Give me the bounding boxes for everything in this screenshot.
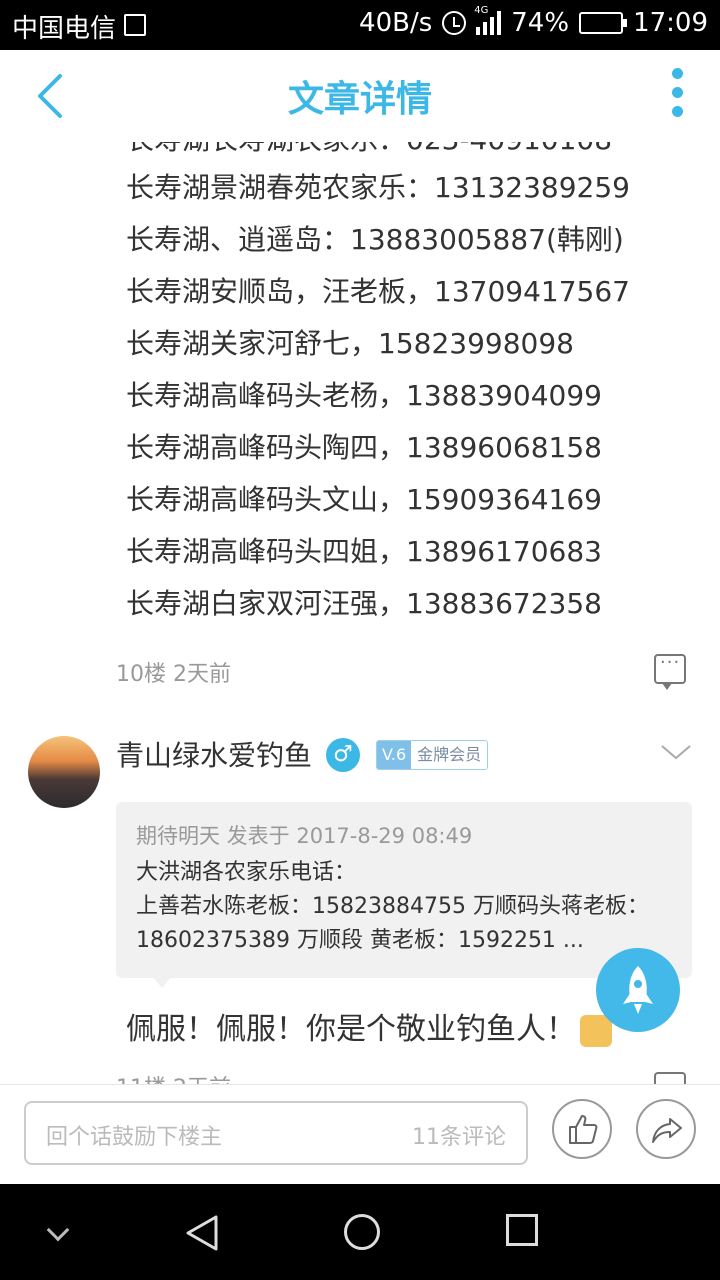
- network-type: 4G: [474, 5, 489, 16]
- reply-input[interactable]: 回个话鼓励下楼主 11条评论: [24, 1101, 528, 1165]
- quote-tail: [152, 976, 172, 988]
- image-notification-icon: [124, 14, 146, 36]
- rocket-scroll-top-button[interactable]: [596, 948, 680, 1032]
- like-button[interactable]: [552, 1099, 612, 1159]
- nav-home-icon[interactable]: [344, 1214, 380, 1250]
- next-floor-meta: 11楼 2天前: [116, 1070, 231, 1084]
- article-line: 长寿湖安顺岛，汪老板，13709417567: [126, 275, 630, 308]
- reply-text: 佩服！佩服！你是个敬业钓鱼人！: [126, 1004, 612, 1048]
- article-line: 长寿湖高峰码头文山，15909364169: [126, 483, 602, 516]
- share-icon: [652, 1118, 682, 1143]
- article-line: 长寿湖高峰码头老杨，13883904099: [126, 379, 602, 412]
- share-button[interactable]: [636, 1099, 696, 1159]
- quote-header: 期待明天 发表于 2017-8-29 08:49: [136, 824, 473, 848]
- article-line: 长寿湖高峰码头四姐，13896170683: [126, 535, 602, 568]
- nav-back-icon[interactable]: [184, 1214, 220, 1252]
- vip-label: 金牌会员: [411, 741, 488, 769]
- rocket-icon: [623, 966, 653, 1014]
- article-line-partial: 长寿湖长寿湖农家乐：023-40910108: [126, 142, 612, 158]
- username[interactable]: 青山绿水爱钓鱼: [116, 734, 312, 774]
- alarm-icon: [442, 11, 467, 35]
- quote-text: 大洪湖各农家乐电话： 上善若水陈老板：15823884755 万顺码头蒋老板：1…: [136, 860, 649, 953]
- avatar[interactable]: [28, 736, 100, 808]
- reply-text-body: 佩服！佩服！你是个敬业钓鱼人！: [126, 1012, 576, 1047]
- comment-icon[interactable]: [654, 1072, 686, 1084]
- comment-count[interactable]: 11条评论: [412, 1119, 506, 1151]
- battery-icon: [579, 12, 628, 34]
- net-speed: 40B/s: [359, 8, 433, 38]
- floor-meta: 10楼 2天前: [116, 662, 231, 687]
- app-header: 文章详情: [0, 50, 720, 142]
- signal-icon: 4G: [474, 5, 502, 35]
- carrier-name: 中国电信: [12, 14, 117, 44]
- article-content[interactable]: 长寿湖长寿湖农家乐：023-40910108 长寿湖景湖春苑农家乐：131323…: [0, 142, 720, 1084]
- article-line: 长寿湖关家河舒七，15823998098: [126, 327, 574, 360]
- level-badge: V.6 金牌会员: [376, 740, 489, 770]
- article-line: 长寿湖、逍遥岛：13883005887(韩刚): [126, 223, 624, 256]
- nav-hide-icon[interactable]: [46, 1218, 70, 1242]
- quoted-post[interactable]: 期待明天 发表于 2017-8-29 08:49 大洪湖各农家乐电话： 上善若水…: [116, 802, 692, 978]
- clock: 17:09: [633, 8, 708, 38]
- article-lines: 长寿湖景湖春苑农家乐：13132389259 长寿湖、逍遥岛：138830058…: [126, 168, 630, 636]
- battery-percent: 74%: [511, 8, 570, 38]
- nav-recent-apps-icon[interactable]: [506, 1214, 538, 1246]
- system-nav-bar: [0, 1184, 720, 1280]
- article-line: 长寿湖高峰码头陶四，13896068158: [126, 431, 602, 464]
- article-line: 长寿湖景湖春苑农家乐：13132389259: [126, 171, 630, 204]
- reply-bar: 回个话鼓励下楼主 11条评论: [0, 1084, 720, 1184]
- comment-icon[interactable]: [654, 652, 686, 690]
- thumbs-up-icon: [569, 1115, 598, 1144]
- more-options-icon[interactable]: [672, 68, 684, 124]
- status-bar: 中国电信 40B/s 4G 74% 17:09: [0, 0, 720, 50]
- level-label: V.6: [377, 741, 412, 769]
- male-gender-icon: ♂: [326, 738, 360, 772]
- article-line: 长寿湖白家双河汪强，13883672358: [126, 587, 602, 620]
- page-title: 文章详情: [287, 79, 432, 120]
- chevron-down-icon[interactable]: [660, 742, 692, 762]
- reply-placeholder: 回个话鼓励下楼主: [46, 1125, 223, 1150]
- status-right: 40B/s 4G 74% 17:09: [359, 5, 708, 38]
